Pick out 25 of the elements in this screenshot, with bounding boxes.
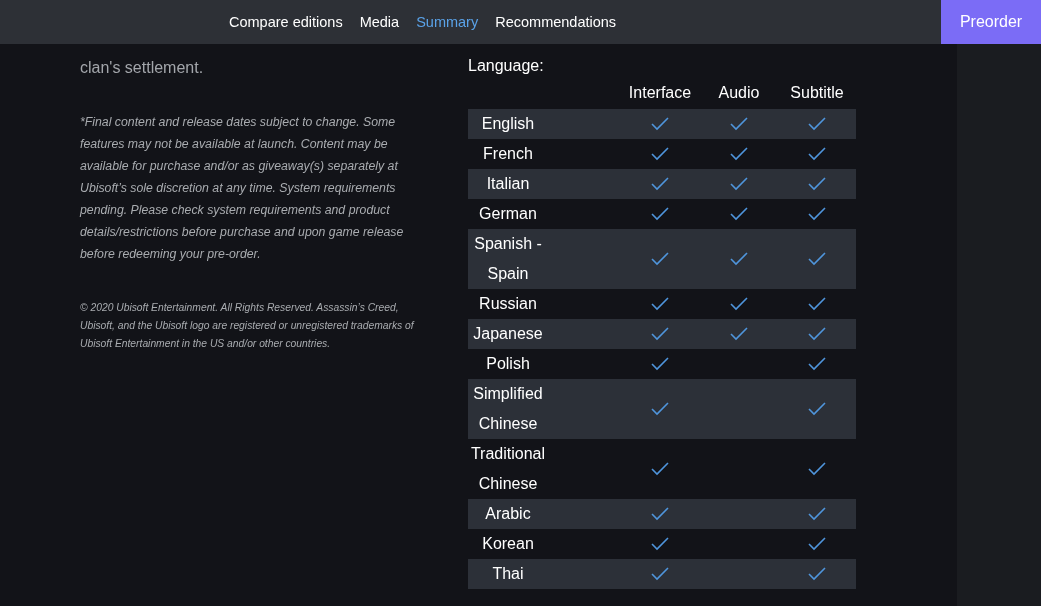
column-header: Audio <box>718 83 760 102</box>
language-name: Russian <box>478 294 538 314</box>
nav-tab[interactable]: Summary <box>416 14 479 30</box>
language-name: Thai <box>491 564 525 584</box>
disclaimer-text: *Final content and release dates subject to change. Some features may not be available at launch. Content may be available for purchase and/or as giveaway(s) separately at Ubisoft’s sole discretion at any time. System requirements pending. Please check system requirements and product details/restrictions before purchase and upon game release before redeeming your pre-order. <box>80 114 405 263</box>
language-name: Korean <box>481 534 535 554</box>
language-name: Japanese <box>472 324 544 344</box>
language-name: Arabic <box>484 504 532 524</box>
language-name: English <box>480 114 536 134</box>
column-header: Subtitle <box>790 83 844 102</box>
nav-tab[interactable]: Compare editions <box>229 14 343 30</box>
language-name: Italian <box>485 174 531 194</box>
nav-tab[interactable]: Recommendations <box>495 14 617 30</box>
preorder-button[interactable]: Preorder <box>941 0 1041 44</box>
feature-bullet: clan's settlement. <box>80 58 205 78</box>
language-name: French <box>482 144 534 164</box>
language-name: German <box>478 204 538 224</box>
language-title: Language: <box>468 56 545 76</box>
language-name: Simplified Chinese <box>472 384 544 434</box>
column-header: Interface <box>628 83 692 102</box>
copyright-text: © 2020 Ubisoft Entertainment. All Rights Reserved. Assassin’s Creed, Ubisoft, and the Ubisoft logo are registered or unregistered trademarks of Ubisoft Entertainment in the US and/or other countries. <box>80 301 416 351</box>
nav-tab[interactable]: Media <box>359 14 400 30</box>
language-name: Traditional Chinese <box>469 444 547 494</box>
language-name: Polish <box>485 354 531 374</box>
language-name: Spanish - Spain <box>473 234 543 284</box>
